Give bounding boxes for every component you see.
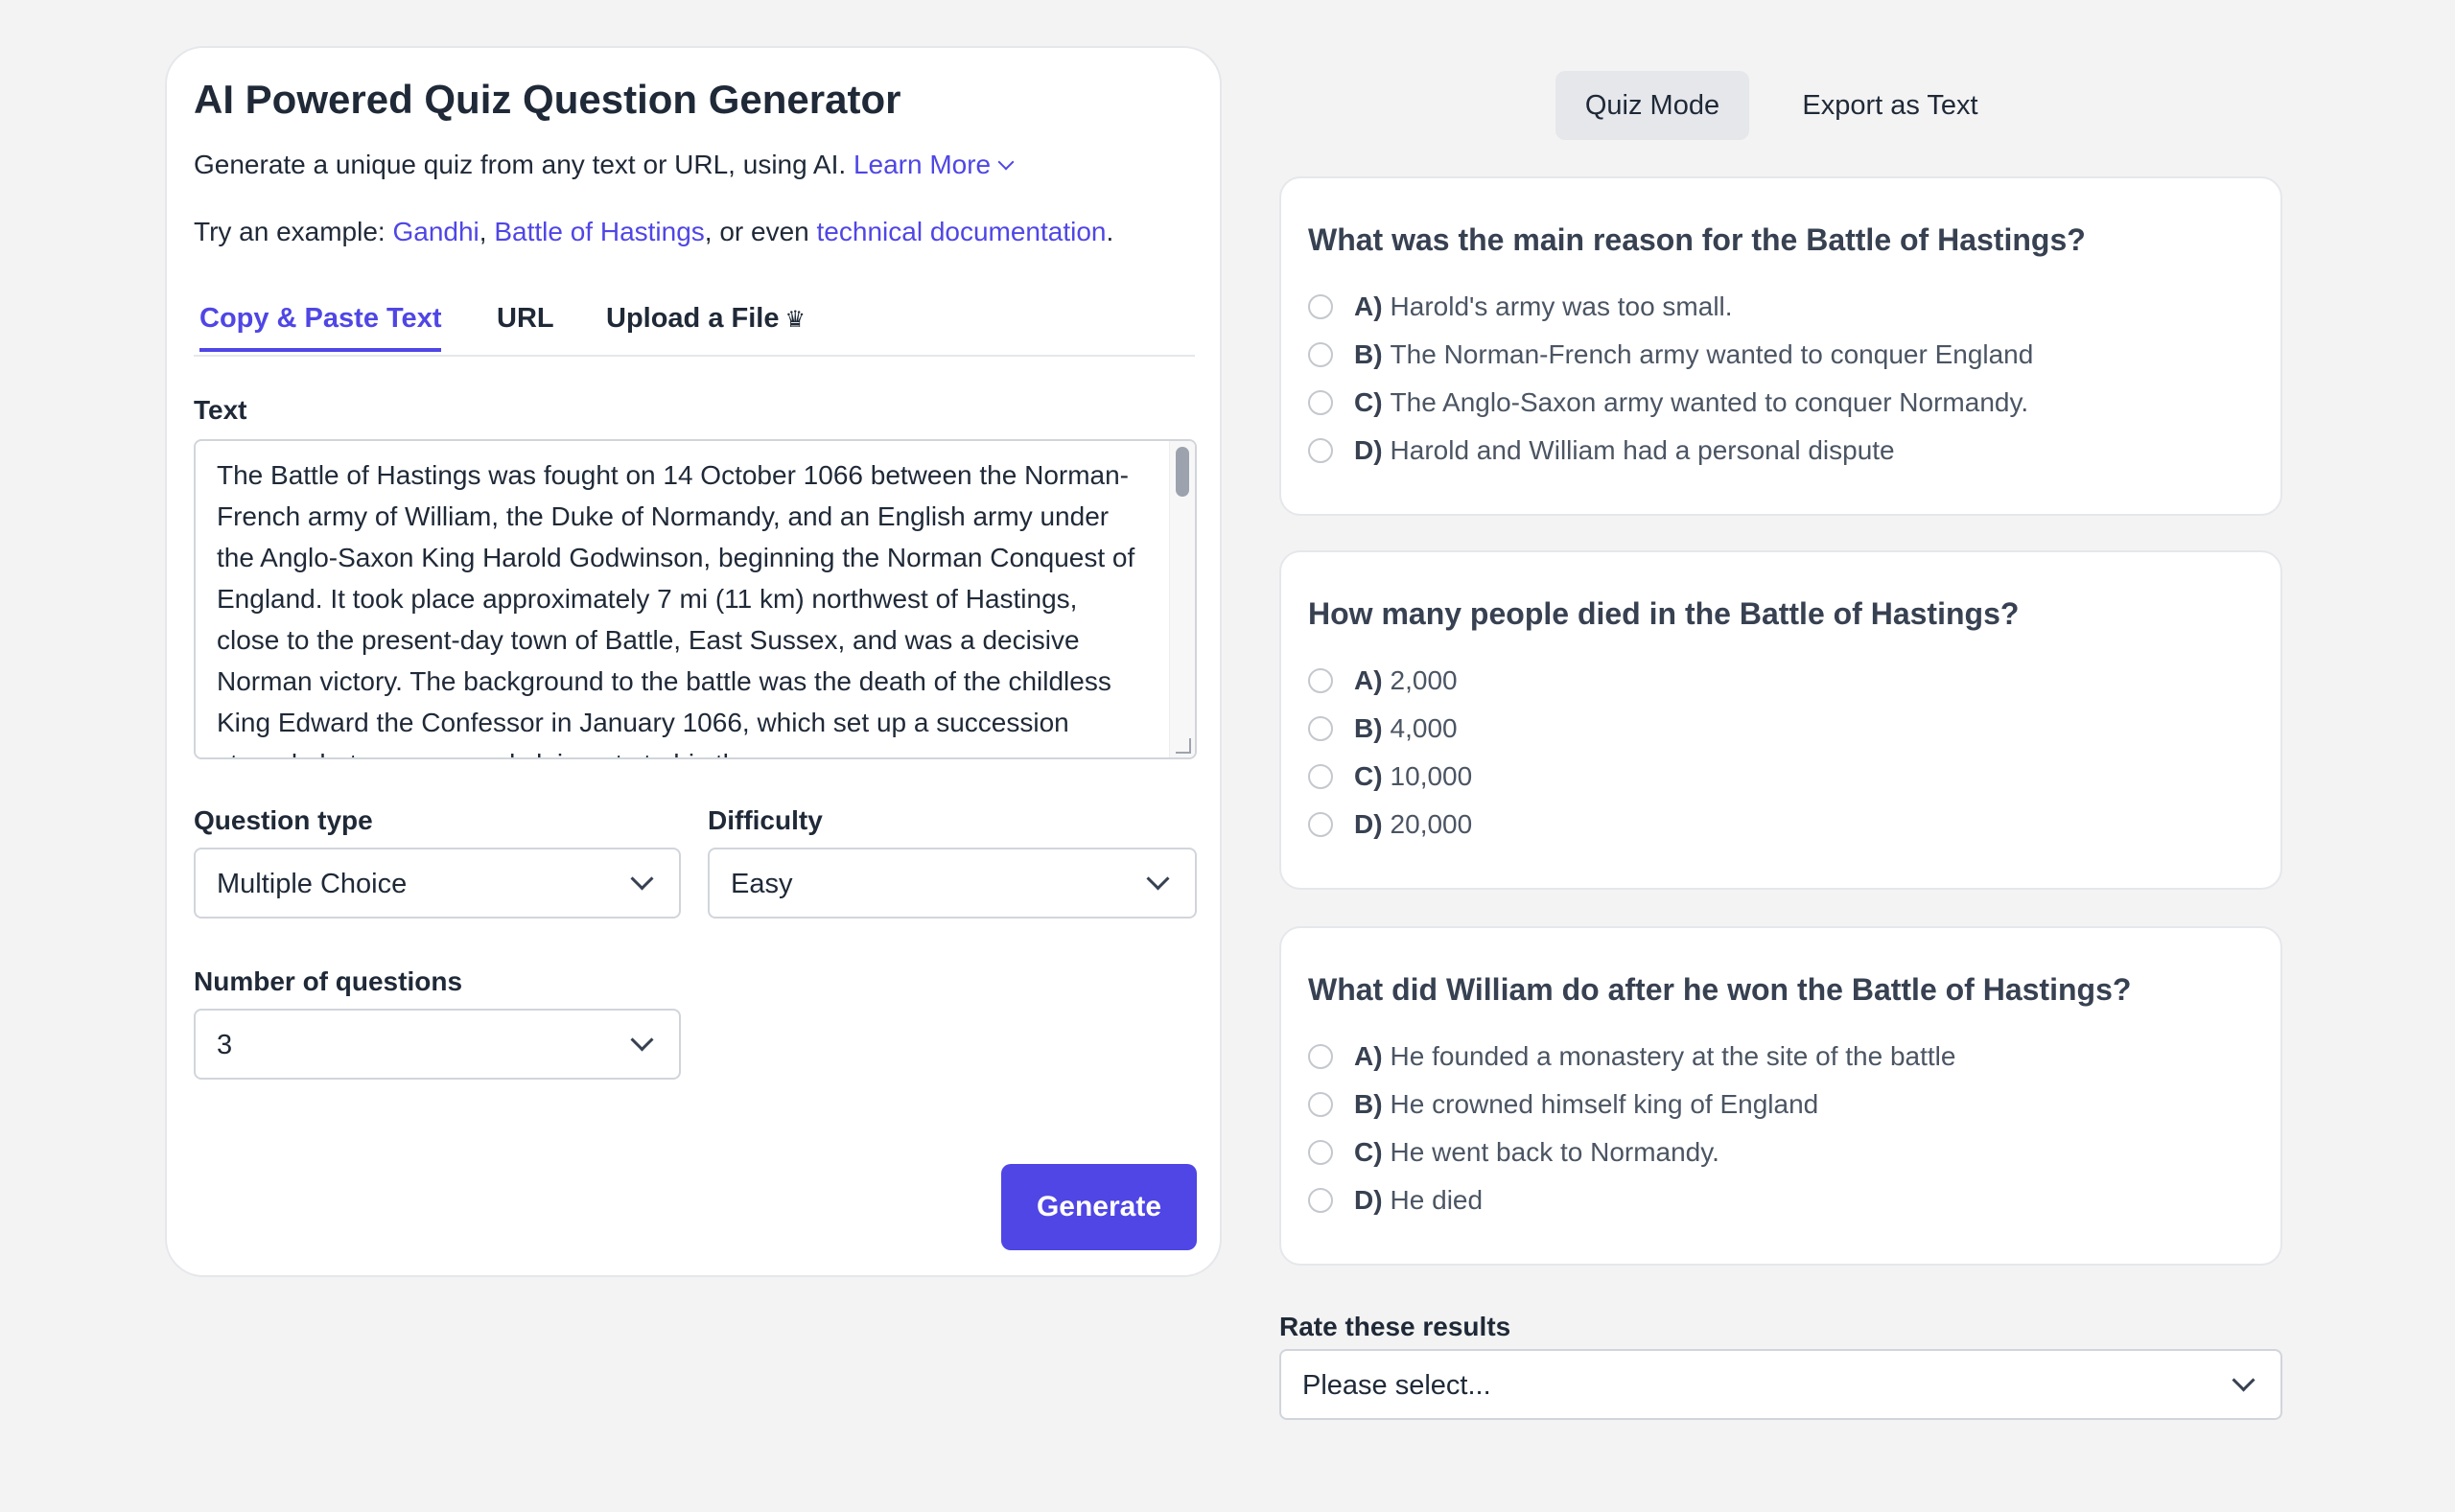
radio-button[interactable] (1308, 438, 1333, 463)
difficulty-label: Difficulty (708, 805, 823, 835)
rate-results-label: Rate these results (1279, 1312, 1511, 1341)
examples-separator: , (479, 217, 495, 246)
text-input[interactable]: The Battle of Hastings was fought on 14 … (194, 439, 1197, 759)
option-letter: A) (1354, 291, 1383, 321)
radio-button[interactable] (1308, 668, 1333, 693)
subtitle: Generate a unique quiz from any text or … (194, 150, 1015, 180)
option-text: He went back to Normandy. (1390, 1137, 1719, 1167)
examples-prefix: Try an example: (194, 217, 393, 246)
num-questions-label: Number of questions (194, 966, 463, 996)
examples-separator: , or even (704, 217, 817, 246)
examples-line: Try an example: Gandhi, Battle of Hastin… (194, 217, 1113, 247)
question-text: How many people died in the Battle of Ha… (1308, 596, 2020, 631)
scrollbar-thumb[interactable] (1176, 447, 1189, 497)
example-link-battle-of-hastings[interactable]: Battle of Hastings (494, 217, 704, 246)
page-title: AI Powered Quiz Question Generator (194, 77, 901, 122)
answer-option[interactable]: A) He founded a monastery at the site of … (1308, 1037, 1955, 1076)
option-text: Harold's army was too small. (1390, 291, 1733, 321)
chevron-down-icon (997, 153, 1015, 171)
option-letter: A) (1354, 665, 1383, 695)
radio-button[interactable] (1308, 390, 1333, 415)
option-text: He founded a monastery at the site of th… (1390, 1041, 1956, 1071)
resize-handle-icon[interactable] (1176, 738, 1191, 754)
option-letter: D) (1354, 809, 1383, 839)
example-link-gandhi[interactable]: Gandhi (392, 217, 479, 246)
export-as-text-button[interactable]: Export as Text (1786, 71, 1995, 140)
option-letter: D) (1354, 435, 1383, 465)
question-type-value: Multiple Choice (217, 869, 408, 899)
radio-button[interactable] (1308, 342, 1333, 367)
chevron-down-icon (2232, 1368, 2256, 1392)
radio-button[interactable] (1308, 1188, 1333, 1213)
radio-button[interactable] (1308, 1140, 1333, 1165)
option-text: Harold and William had a personal disput… (1390, 435, 1895, 465)
num-questions-select[interactable]: 3 (194, 1009, 681, 1080)
question-type-label: Question type (194, 805, 373, 835)
answer-option[interactable]: D) 20,000 (1308, 805, 1472, 844)
text-input-value: The Battle of Hastings was fought on 14 … (217, 460, 1135, 757)
option-text: 2,000 (1390, 665, 1458, 695)
option-text: The Anglo-Saxon army wanted to conquer N… (1390, 387, 2029, 417)
difficulty-value: Easy (731, 869, 793, 899)
question-card: What was the main reason for the Battle … (1279, 176, 2282, 516)
chevron-down-icon (630, 1028, 654, 1052)
crown-icon: ♛ (784, 307, 806, 333)
example-link-technical-documentation[interactable]: technical documentation (817, 217, 1107, 246)
radio-button[interactable] (1308, 1044, 1333, 1069)
question-type-select[interactable]: Multiple Choice (194, 848, 681, 919)
option-letter: C) (1354, 1137, 1383, 1167)
option-text: He died (1390, 1185, 1484, 1215)
answer-option[interactable]: D) He died (1308, 1181, 1483, 1220)
difficulty-select[interactable]: Easy (708, 848, 1197, 919)
option-letter: B) (1354, 1089, 1383, 1119)
radio-button[interactable] (1308, 294, 1333, 319)
tab-copy-paste-text[interactable]: Copy & Paste Text (199, 303, 442, 352)
tab-upload-file[interactable]: Upload a File ♛ (606, 303, 806, 348)
answer-option[interactable]: D) Harold and William had a personal disp… (1308, 431, 1895, 470)
subtitle-text: Generate a unique quiz from any text or … (194, 150, 847, 179)
tab-upload-file-label: Upload a File (606, 303, 780, 334)
option-text: 20,000 (1390, 809, 1473, 839)
answer-option[interactable]: C) 10,000 (1308, 757, 1472, 796)
tab-url[interactable]: URL (497, 303, 554, 348)
radio-button[interactable] (1308, 716, 1333, 741)
rate-results-select[interactable]: Please select... (1279, 1349, 2282, 1420)
examples-suffix: . (1106, 217, 1114, 246)
option-letter: C) (1354, 761, 1383, 791)
answer-option[interactable]: B) 4,000 (1308, 709, 1458, 748)
option-letter: A) (1354, 1041, 1383, 1071)
question-card: What did William do after he won the Bat… (1279, 926, 2282, 1266)
generator-panel: AI Powered Quiz Question Generator Gener… (165, 46, 1222, 1277)
option-text: The Norman-French army wanted to conquer… (1390, 339, 2034, 369)
learn-more-link[interactable]: Learn More (853, 150, 1015, 179)
input-tabs: Copy & Paste Text URL Upload a File ♛ (194, 293, 1195, 357)
question-text: What did William do after he won the Bat… (1308, 972, 2132, 1007)
answer-option[interactable]: C) The Anglo-Saxon army wanted to conquer… (1308, 384, 2028, 422)
radio-button[interactable] (1308, 1092, 1333, 1117)
option-text: 10,000 (1390, 761, 1473, 791)
num-questions-value: 3 (217, 1030, 233, 1060)
option-letter: D) (1354, 1185, 1383, 1215)
radio-button[interactable] (1308, 812, 1333, 837)
answer-option[interactable]: C) He went back to Normandy. (1308, 1133, 1719, 1172)
option-letter: B) (1354, 339, 1383, 369)
quiz-mode-button[interactable]: Quiz Mode (1555, 71, 1749, 140)
option-text: 4,000 (1390, 713, 1458, 743)
learn-more-label: Learn More (853, 150, 992, 179)
answer-option[interactable]: A) Harold's army was too small. (1308, 288, 1733, 326)
generate-button[interactable]: Generate (1001, 1164, 1197, 1250)
chevron-down-icon (1146, 867, 1170, 891)
answer-option[interactable]: B) He crowned himself king of England (1308, 1085, 1818, 1124)
chevron-down-icon (630, 867, 654, 891)
rate-results-value: Please select... (1302, 1370, 1491, 1401)
question-text: What was the main reason for the Battle … (1308, 222, 2086, 257)
text-label: Text (194, 395, 247, 425)
question-card: How many people died in the Battle of Ha… (1279, 550, 2282, 890)
option-letter: B) (1354, 713, 1383, 743)
radio-button[interactable] (1308, 764, 1333, 789)
option-text: He crowned himself king of England (1390, 1089, 1819, 1119)
option-letter: C) (1354, 387, 1383, 417)
answer-option[interactable]: B) The Norman-French army wanted to conqu… (1308, 336, 2033, 374)
answer-option[interactable]: A) 2,000 (1308, 662, 1458, 700)
